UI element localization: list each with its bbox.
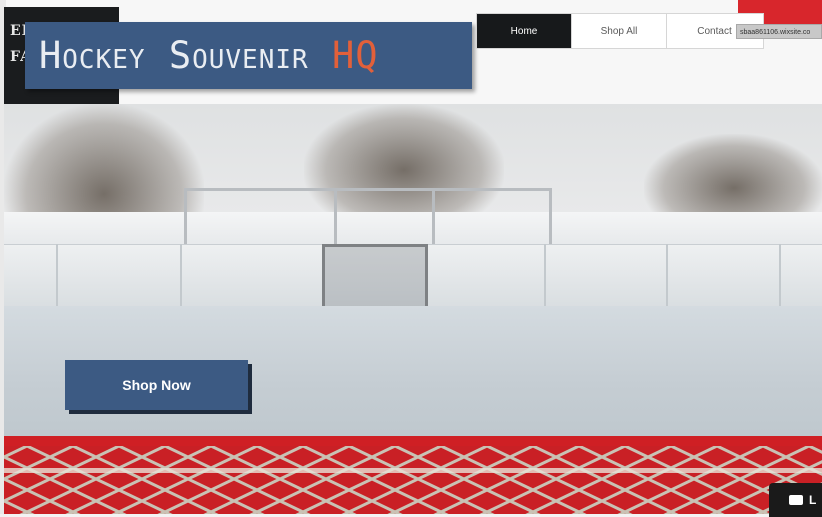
board-seam <box>779 244 781 306</box>
nav-item-home[interactable]: Home <box>477 14 572 48</box>
logo-main-text: Hockey Souvenir <box>39 34 332 77</box>
chat-icon <box>789 495 803 505</box>
tree-right <box>644 134 822 224</box>
netting-pattern <box>4 446 822 514</box>
fence-post <box>549 188 552 248</box>
fence-post <box>432 188 435 248</box>
fence-post <box>184 188 187 248</box>
logo-text: Hockey Souvenir HQ <box>39 34 379 77</box>
board-seam <box>544 244 546 306</box>
chat-button[interactable]: L <box>769 483 822 517</box>
nav-item-shop-all[interactable]: Shop All <box>572 14 667 48</box>
chat-label: L <box>809 493 817 507</box>
site-logo[interactable]: Hockey Souvenir HQ <box>25 22 472 89</box>
main-nav: Home Shop All Contact <box>476 13 764 49</box>
hockey-goal <box>322 244 428 313</box>
board-seam <box>180 244 182 306</box>
goal-netting <box>4 446 822 514</box>
board-seam <box>56 244 58 306</box>
board-seam <box>666 244 668 306</box>
fence-rail <box>184 188 552 191</box>
site-url-badge[interactable]: sbaa861106.wixsite.co <box>736 24 822 39</box>
hero-image <box>4 104 822 514</box>
logo-accent-text: HQ <box>331 34 379 77</box>
fence-post <box>334 188 337 248</box>
shop-now-button[interactable]: Shop Now <box>65 360 248 410</box>
